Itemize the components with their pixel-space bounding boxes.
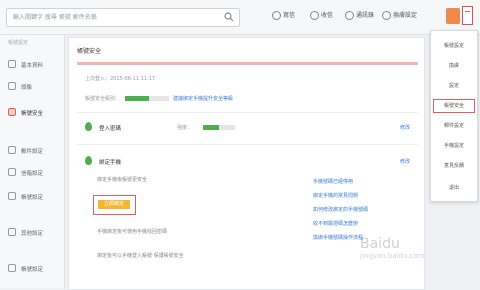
security-level-fill — [125, 96, 150, 101]
top-toolbar: 輸入關鍵字 搜尋 帳號 郵件名稱 寫信 收信 通訊錄 換膚設定 — [0, 0, 480, 35]
sidebar-item-label: 基本資料 — [21, 63, 44, 69]
sidebar-item-label: 帳號安全 — [21, 111, 44, 117]
phone-hint-1: 手機綁定後可使用手機找回密碼 — [97, 229, 168, 235]
sidebar-item-other[interactable]: 其他設定 — [0, 225, 64, 239]
phone-row-name: 綁定手機 — [99, 160, 122, 166]
compose-icon — [272, 11, 281, 20]
other-icon — [8, 228, 16, 236]
security-level-label: 帳號安全級別： — [85, 96, 121, 102]
sidebar-item-account[interactable]: 帳號設定 — [0, 261, 64, 275]
divider — [77, 144, 418, 145]
title-underline — [77, 62, 418, 65]
password-row: 登入密碼 強度： 修改 — [77, 116, 418, 138]
menu-item-feedback[interactable]: 意見反饋 — [431, 157, 477, 175]
password-strength-fill — [203, 125, 219, 130]
contacts-icon — [345, 11, 354, 20]
sidebar-item-label: 帳號設定 — [21, 267, 44, 273]
password-strength-bar — [203, 125, 235, 130]
menu-item-skin[interactable]: 換膚 — [431, 57, 477, 75]
menu-item-security[interactable]: 帳號安全 — [431, 97, 477, 115]
sidebar-item-profile[interactable]: 基本資料 — [0, 57, 64, 71]
sidebar-item-mailbox-settings[interactable]: 信箱設定 — [0, 165, 64, 179]
sidebar-item-avatar[interactable]: 頭像 — [0, 79, 64, 93]
sidebar-heading: 帳號設定 — [8, 40, 29, 46]
compose-button[interactable]: 寫信 — [272, 10, 295, 20]
contacts-button[interactable]: 通訊錄 — [345, 10, 374, 20]
mailbox-icon — [8, 168, 16, 176]
phone-edit-link[interactable]: 修改 — [400, 158, 410, 165]
phone-desc: 綁定手機後帳號更安全 — [97, 177, 148, 183]
skin-icon — [382, 11, 391, 20]
image-icon — [8, 82, 16, 90]
inbox-button[interactable]: 收信 — [310, 10, 333, 20]
settings-dropdown-menu: 帳號設定 換膚 設定 帳號安全 郵件設定 手機設定 意見反饋 退出 — [430, 30, 478, 202]
contacts-label: 通訊錄 — [356, 12, 375, 19]
phone-hint-2: 綁定後可以手機登入帳號 保護帳號安全 — [97, 253, 184, 259]
password-row-name: 登入密碼 — [99, 126, 122, 132]
user-icon — [8, 264, 16, 272]
sidebar-item-label: 信箱設定 — [21, 171, 44, 177]
sidebar-item-mail-settings[interactable]: 郵件設定 — [0, 143, 64, 157]
sidebar-item-label: 頭像 — [21, 85, 33, 91]
sidebar-item-account-settings[interactable]: 帳號設定 — [0, 189, 64, 203]
settings-menu-button[interactable] — [462, 6, 473, 25]
bind-phone-button-highlight[interactable]: 立即綁定 — [93, 195, 136, 215]
search-box[interactable]: 輸入關鍵字 搜尋 帳號 郵件名稱 — [6, 8, 240, 27]
account-icon — [8, 192, 16, 200]
skin-button[interactable]: 換膚設定 — [382, 10, 417, 20]
help-link[interactable]: 如何修改綁定的手機號碼 — [313, 206, 413, 220]
menu-item-account[interactable]: 帳號設定 — [431, 37, 477, 55]
search-icon[interactable] — [224, 12, 234, 22]
sidebar-item-label: 郵件設定 — [21, 149, 44, 155]
help-link[interactable]: 綁定手機的常見問題 — [313, 192, 413, 206]
sidebar: 帳號設定 基本資料 頭像 帳號安全 郵件設定 信箱設定 帳號設定 其他設定 帳號… — [0, 35, 65, 288]
help-link[interactable]: 收不到驗證碼怎麼辦 — [313, 220, 413, 234]
status-ok-icon — [85, 156, 92, 165]
watermark: Baidu jingyan.baidu.com — [360, 236, 425, 260]
page-title: 帳號安全 — [77, 48, 102, 55]
inbox-label: 收信 — [321, 12, 334, 19]
profile-icon — [8, 60, 16, 68]
menu-item-phone-settings[interactable]: 手機設定 — [431, 137, 477, 155]
password-strength-label: 強度： — [177, 125, 193, 131]
phone-row: 綁定手機 修改 — [77, 150, 418, 172]
sidebar-item-security[interactable]: 帳號安全 — [0, 105, 64, 119]
avatar[interactable] — [446, 8, 460, 24]
status-ok-icon — [85, 122, 92, 131]
security-level-bar — [125, 96, 169, 101]
menu-item-mail-settings[interactable]: 郵件設定 — [431, 117, 477, 135]
password-edit-link[interactable]: 修改 — [400, 124, 410, 131]
bind-phone-button[interactable]: 立即綁定 — [98, 200, 130, 209]
watermark-sub: jingyan.baidu.com — [360, 252, 425, 260]
menu-item-settings[interactable]: 設定 — [431, 77, 477, 95]
inbox-icon — [310, 11, 319, 20]
menu-icon — [465, 11, 470, 12]
sidebar-item-label: 其他設定 — [21, 231, 44, 237]
compose-label: 寫信 — [283, 12, 296, 19]
mail-icon — [8, 146, 16, 154]
menu-item-logout[interactable]: 退出 — [431, 179, 477, 197]
help-link[interactable]: 手機號碼已經停用 — [313, 178, 413, 192]
search-placeholder: 輸入關鍵字 搜尋 帳號 郵件名稱 — [13, 14, 97, 21]
divider — [77, 112, 418, 113]
shield-icon — [8, 108, 16, 116]
skin-label: 換膚設定 — [393, 12, 418, 19]
watermark-main: Baidu — [360, 236, 400, 252]
security-tip-link[interactable]: 建議綁定手機提升安全等級 — [173, 95, 233, 102]
sidebar-item-label: 帳號設定 — [21, 195, 44, 201]
last-login-info: 上次登入：2015-06-11 11:17 — [85, 76, 156, 82]
